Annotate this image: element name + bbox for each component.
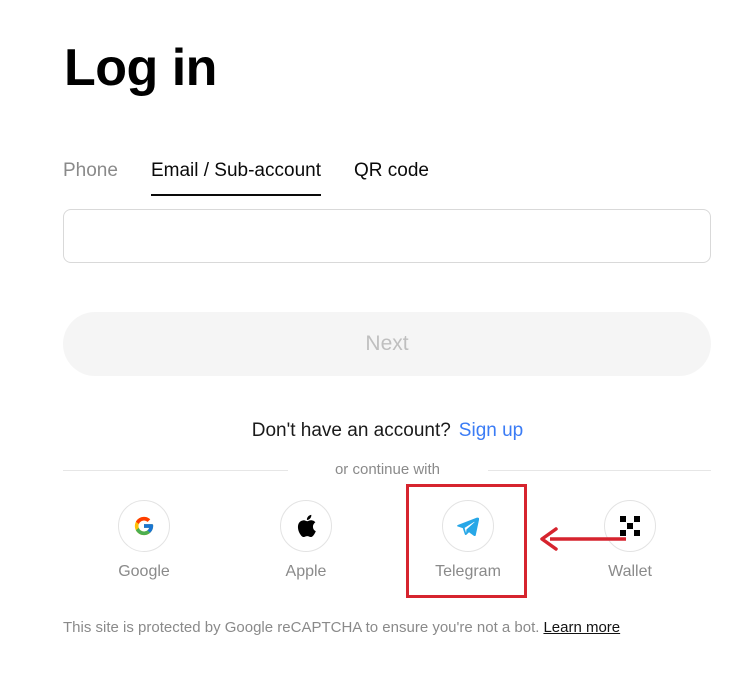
google-login-button[interactable]: Google bbox=[89, 500, 199, 582]
page-title: Log in bbox=[64, 39, 217, 97]
next-button[interactable]: Next bbox=[63, 312, 711, 376]
google-icon-circle bbox=[118, 500, 170, 552]
recaptcha-notice: This site is protected by Google reCAPTC… bbox=[63, 618, 620, 638]
tab-email-sub-account[interactable]: Email / Sub-account bbox=[150, 158, 322, 196]
apple-icon-circle bbox=[280, 500, 332, 552]
email-field[interactable] bbox=[64, 210, 710, 262]
google-label: Google bbox=[118, 563, 170, 580]
sign-up-link[interactable]: Sign up bbox=[459, 420, 523, 441]
signup-row: Don't have an account? Sign up bbox=[0, 418, 741, 444]
learn-more-link[interactable]: Learn more bbox=[543, 619, 620, 636]
tab-phone[interactable]: Phone bbox=[63, 158, 118, 196]
wallet-label: Wallet bbox=[608, 563, 652, 580]
divider-line-right bbox=[488, 470, 711, 471]
recaptcha-text: This site is protected by Google reCAPTC… bbox=[63, 619, 540, 636]
divider-line-left bbox=[63, 470, 288, 471]
login-tabs: Phone Email / Sub-account QR code bbox=[63, 158, 462, 198]
highlight-box bbox=[406, 484, 527, 598]
apple-login-button[interactable]: Apple bbox=[251, 500, 361, 582]
signup-question: Don't have an account? bbox=[251, 420, 451, 441]
apple-icon bbox=[297, 514, 316, 538]
divider-text: or continue with bbox=[334, 461, 441, 478]
red-arrow-icon bbox=[540, 527, 626, 551]
email-field-container bbox=[63, 209, 711, 263]
apple-label: Apple bbox=[285, 563, 327, 580]
tab-qr-code[interactable]: QR code bbox=[354, 158, 429, 196]
google-icon bbox=[134, 516, 154, 536]
